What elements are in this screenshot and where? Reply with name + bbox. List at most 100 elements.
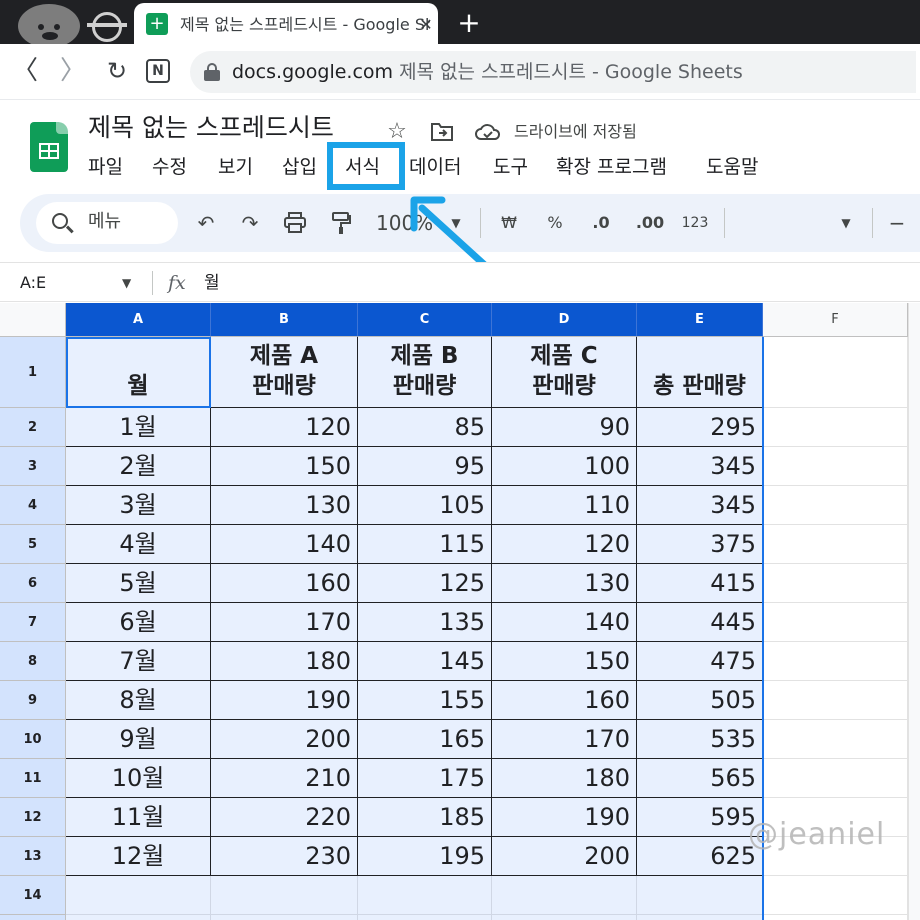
cell-a6[interactable]: 5월 xyxy=(66,564,211,603)
cell-d13[interactable]: 200 xyxy=(492,837,637,876)
header-cell-b[interactable]: 제품 A 판매량 xyxy=(211,337,358,408)
document-title[interactable]: 제목 없는 스프레드시트 xyxy=(88,112,334,144)
cell-a15[interactable] xyxy=(66,915,211,920)
select-all-corner[interactable] xyxy=(0,303,66,337)
cell-f5[interactable] xyxy=(763,525,908,564)
menu-insert[interactable]: 삽입 xyxy=(282,152,317,182)
cell-e4[interactable]: 345 xyxy=(637,486,763,525)
increase-decimal-button[interactable]: .00 xyxy=(632,208,668,238)
cell-d11[interactable]: 180 xyxy=(492,759,637,798)
cell-b8[interactable]: 180 xyxy=(211,642,358,681)
cell-d14[interactable] xyxy=(492,876,637,915)
menu-view[interactable]: 보기 xyxy=(218,152,253,182)
font-size-decrease-button[interactable]: − xyxy=(886,208,908,238)
row-header-15[interactable]: 15 xyxy=(0,915,66,920)
row-header-7[interactable]: 7 xyxy=(0,603,66,642)
back-icon[interactable]: 〈 xyxy=(8,54,42,88)
cell-e9[interactable]: 505 xyxy=(637,681,763,720)
planet-icon[interactable] xyxy=(87,12,127,42)
paint-format-icon[interactable] xyxy=(326,208,356,238)
cell-c10[interactable]: 165 xyxy=(358,720,492,759)
extension-n-icon[interactable]: N xyxy=(146,59,170,83)
cell-e6[interactable]: 415 xyxy=(637,564,763,603)
sheets-logo-icon[interactable] xyxy=(30,122,68,172)
cell-d6[interactable]: 130 xyxy=(492,564,637,603)
undo-icon[interactable]: ↶ xyxy=(192,208,220,238)
header-cell-d[interactable]: 제품 C 판매량 xyxy=(492,337,637,408)
cell-f9[interactable] xyxy=(763,681,908,720)
cell-c12[interactable]: 185 xyxy=(358,798,492,837)
column-header-f[interactable]: F xyxy=(763,303,908,337)
cell-c7[interactable]: 135 xyxy=(358,603,492,642)
cell-e8[interactable]: 475 xyxy=(637,642,763,681)
cell-d3[interactable]: 100 xyxy=(492,447,637,486)
cell-c4[interactable]: 105 xyxy=(358,486,492,525)
row-header-5[interactable]: 5 xyxy=(0,525,66,564)
browser-tab[interactable]: + 제목 없는 스프레드시트 - Google Sheets ✕ xyxy=(134,3,438,45)
formula-input[interactable]: 월 xyxy=(204,270,220,296)
cell-a13[interactable]: 12월 xyxy=(66,837,211,876)
cell-d7[interactable]: 140 xyxy=(492,603,637,642)
header-cell-c[interactable]: 제품 B 판매량 xyxy=(358,337,492,408)
cell-b12[interactable]: 220 xyxy=(211,798,358,837)
cell-a10[interactable]: 9월 xyxy=(66,720,211,759)
cell-f15[interactable] xyxy=(763,915,908,920)
cell-c5[interactable]: 115 xyxy=(358,525,492,564)
cell-f11[interactable] xyxy=(763,759,908,798)
row-header-3[interactable]: 3 xyxy=(0,447,66,486)
decrease-decimal-button[interactable]: .0 xyxy=(586,208,616,238)
name-box-dropdown-icon[interactable]: ▼ xyxy=(122,271,131,295)
menu-help[interactable]: 도움말 xyxy=(706,152,758,182)
cell-e12[interactable]: 595 xyxy=(637,798,763,837)
cell-b13[interactable]: 230 xyxy=(211,837,358,876)
cell-f4[interactable] xyxy=(763,486,908,525)
cell-e3[interactable]: 345 xyxy=(637,447,763,486)
cell-c8[interactable]: 145 xyxy=(358,642,492,681)
row-header-9[interactable]: 9 xyxy=(0,681,66,720)
new-tab-button[interactable]: + xyxy=(452,6,486,40)
cell-a11[interactable]: 10월 xyxy=(66,759,211,798)
cloud-saved-icon[interactable] xyxy=(474,118,502,146)
cell-e2[interactable]: 295 xyxy=(637,408,763,447)
cell-c13[interactable]: 195 xyxy=(358,837,492,876)
row-header-12[interactable]: 12 xyxy=(0,798,66,837)
cell-f7[interactable] xyxy=(763,603,908,642)
cell-a7[interactable]: 6월 xyxy=(66,603,211,642)
cell-e7[interactable]: 445 xyxy=(637,603,763,642)
cell-c9[interactable]: 155 xyxy=(358,681,492,720)
row-header-6[interactable]: 6 xyxy=(0,564,66,603)
address-bar[interactable]: docs.google.com 제목 없는 스프레드시트 - Google Sh… xyxy=(190,51,916,93)
row-header-11[interactable]: 11 xyxy=(0,759,66,798)
cell-a3[interactable]: 2월 xyxy=(66,447,211,486)
row-header-13[interactable]: 13 xyxy=(0,837,66,876)
cell-e11[interactable]: 565 xyxy=(637,759,763,798)
cell-b7[interactable]: 170 xyxy=(211,603,358,642)
column-header-c[interactable]: C xyxy=(358,303,492,337)
cell-c11[interactable]: 175 xyxy=(358,759,492,798)
cell-b4[interactable]: 130 xyxy=(211,486,358,525)
cell-b3[interactable]: 150 xyxy=(211,447,358,486)
name-box[interactable]: A:E xyxy=(20,271,46,295)
menu-data[interactable]: 데이터 xyxy=(409,152,461,182)
cell-a12[interactable]: 11월 xyxy=(66,798,211,837)
forward-icon[interactable]: 〉 xyxy=(56,54,90,88)
reload-icon[interactable]: ↻ xyxy=(100,54,134,88)
row-header-10[interactable]: 10 xyxy=(0,720,66,759)
row-header-8[interactable]: 8 xyxy=(0,642,66,681)
cell-f14[interactable] xyxy=(763,876,908,915)
column-header-a[interactable]: A xyxy=(66,303,211,337)
cell-e15[interactable] xyxy=(637,915,763,920)
cell-b10[interactable]: 200 xyxy=(211,720,358,759)
menu-search[interactable]: 메뉴 xyxy=(36,202,178,244)
print-icon[interactable] xyxy=(280,208,310,238)
font-dropdown-icon[interactable]: ▼ xyxy=(836,208,856,238)
cell-b15[interactable] xyxy=(211,915,358,920)
header-cell-e[interactable]: 총 판매량 xyxy=(637,337,763,408)
cell-b6[interactable]: 160 xyxy=(211,564,358,603)
move-folder-icon[interactable] xyxy=(428,118,456,146)
column-header-e[interactable]: E xyxy=(637,303,763,337)
row-header-2[interactable]: 2 xyxy=(0,408,66,447)
cell-a14[interactable] xyxy=(66,876,211,915)
cell-c2[interactable]: 85 xyxy=(358,408,492,447)
cell-d8[interactable]: 150 xyxy=(492,642,637,681)
